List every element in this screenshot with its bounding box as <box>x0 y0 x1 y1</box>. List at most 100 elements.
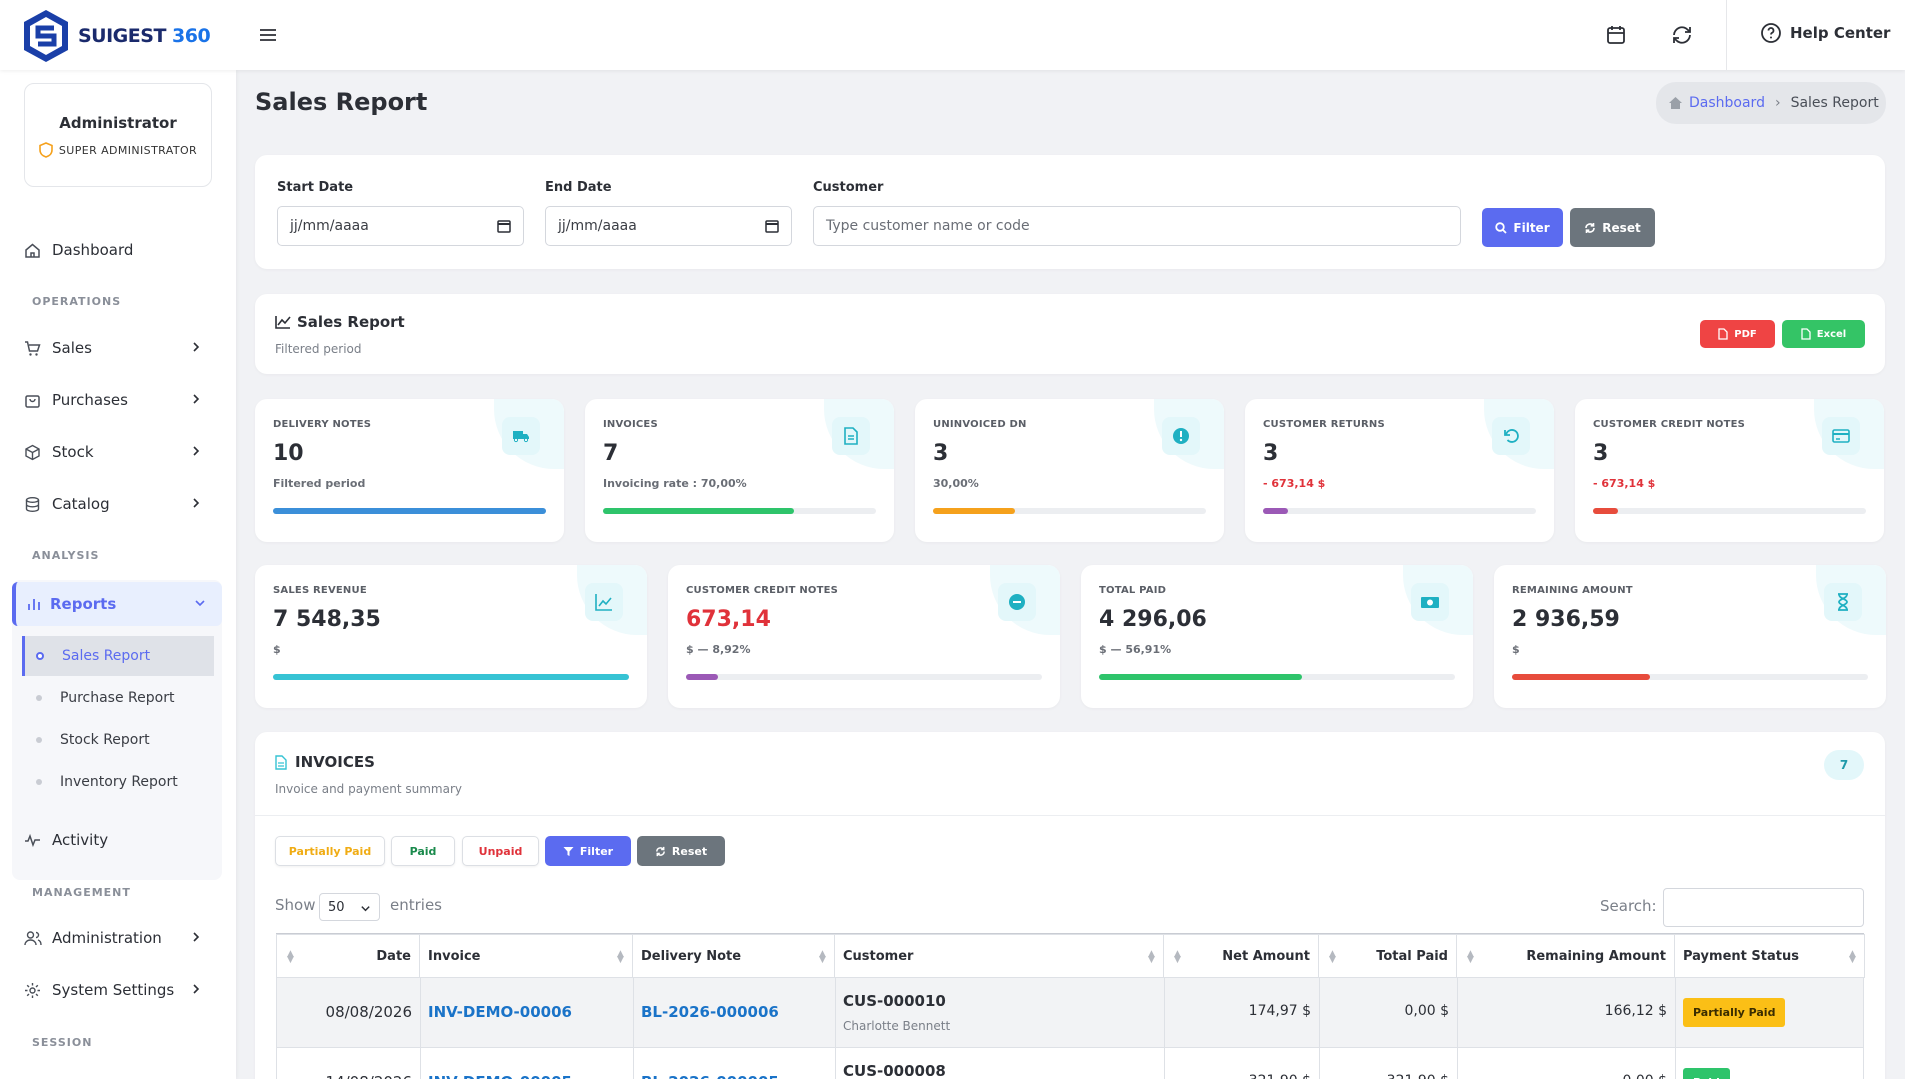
end-date-input[interactable]: jj/mm/aaaa <box>545 206 792 246</box>
sidebar-subitem-stock-report[interactable]: Stock Report <box>22 720 214 760</box>
sidebar-subitem-sales-report[interactable]: Sales Report <box>22 636 214 676</box>
column-divider <box>420 1048 421 1079</box>
column-header[interactable]: ▲ ▼ Customer <box>834 934 1164 978</box>
column-header[interactable]: ▲ ▼ Remaining Amount <box>1456 934 1675 978</box>
show-label: Show <box>275 896 316 914</box>
filter-button[interactable]: Filter <box>1482 208 1563 247</box>
sidebar-item-stock[interactable]: Stock <box>24 438 212 466</box>
column-header[interactable]: ▲ ▼ Invoice <box>419 934 633 978</box>
logo[interactable]: SUIGEST 360 <box>20 8 211 64</box>
excel-button[interactable]: Excel <box>1782 320 1865 348</box>
user-name: Administrator <box>59 114 177 132</box>
subitem-label: Inventory Report <box>60 774 178 790</box>
invoices-reset-button[interactable]: Reset <box>637 836 725 866</box>
customer-placeholder: Type customer name or code <box>826 218 1030 234</box>
start-date-input[interactable]: jj/mm/aaaa <box>277 206 524 246</box>
calendar-icon[interactable] <box>1601 20 1631 50</box>
column-divider <box>1675 978 1676 1048</box>
pdf-button[interactable]: PDF <box>1700 320 1775 348</box>
sort-icon: ▲ ▼ <box>1174 949 1181 965</box>
stat-card: TOTAL PAID 4 296,06 $ — 56,91% <box>1081 565 1473 708</box>
invoices-title: INVOICES <box>275 753 375 771</box>
customer-input[interactable]: Type customer name or code <box>813 206 1461 246</box>
progress-track <box>273 674 629 680</box>
help-center-link[interactable]: Help Center <box>1760 22 1890 44</box>
sidebar-item-purchases[interactable]: Purchases <box>24 386 212 414</box>
cell-net-amount: 321,90 $ <box>1172 1073 1311 1079</box>
filter-pill-paid[interactable]: Paid <box>391 836 455 866</box>
status-badge: Partially Paid <box>1683 998 1786 1027</box>
progress-track <box>1593 508 1866 514</box>
table-row[interactable]: 08/08/2026 INV-DEMO-00006 BL-2026-000006 CU… <box>276 978 1864 1048</box>
progress-fill <box>273 508 546 514</box>
sidebar-item-reports[interactable]: Reports <box>12 582 222 626</box>
user-role: SUPER ADMINISTRATOR <box>25 142 211 158</box>
chevron-right-icon <box>193 394 200 404</box>
bullet-icon <box>36 779 42 785</box>
sidebar-item-catalog[interactable]: Catalog <box>24 490 212 518</box>
filter-button-label: Filter <box>1513 220 1550 235</box>
sidebar-item-activity[interactable]: Activity <box>24 826 212 854</box>
sidebar-item-sales[interactable]: Sales <box>24 334 212 362</box>
invoice-link[interactable]: INV-DEMO-00005 <box>428 1073 612 1079</box>
table-row[interactable]: 14/08/2026 INV-DEMO-00005 BL-2026-000005 CU… <box>276 1048 1864 1079</box>
progress-track <box>686 674 1042 680</box>
cell-customer-code: CUS-000008 <box>843 1062 946 1079</box>
users-icon <box>24 930 44 947</box>
menu-icon[interactable] <box>257 24 279 46</box>
column-header-label: Delivery Note <box>641 948 742 964</box>
stat-value: 2 936,59 <box>1512 607 1620 632</box>
stat-label: TOTAL PAID <box>1099 585 1167 596</box>
page-length-select[interactable]: 50 <box>319 893 380 921</box>
reset-button[interactable]: Reset <box>1570 208 1655 247</box>
sidebar-subitem-inventory-report[interactable]: Inventory Report <box>22 762 214 802</box>
sidebar-item-dashboard[interactable]: Dashboard <box>24 236 212 264</box>
breadcrumb-home-link[interactable]: Dashboard <box>1689 95 1765 111</box>
refresh-icon <box>655 846 665 856</box>
cell-remaining-amount: 0,00 $ <box>1465 1073 1667 1079</box>
refresh-icon[interactable] <box>1667 20 1697 50</box>
logo-text: SUIGEST 360 <box>78 25 211 47</box>
stat-subtext: 30,00% <box>933 477 979 490</box>
cell-remaining-amount: 166,12 $ <box>1604 1003 1667 1019</box>
invoice-link[interactable]: INV-DEMO-00006 <box>428 1003 612 1021</box>
filter-pill-unpaid[interactable]: Unpaid <box>462 836 539 866</box>
sidebar-item-administration[interactable]: Administration <box>24 924 212 952</box>
report-subtitle: Filtered period <box>275 342 362 356</box>
column-header-label: Payment Status <box>1683 948 1799 964</box>
stat-value: 7 <box>603 441 619 466</box>
progress-fill <box>1512 674 1651 680</box>
column-header-label: Net Amount <box>1222 948 1310 964</box>
column-header[interactable]: ▲ ▼ Net Amount <box>1163 934 1319 978</box>
column-header[interactable]: ▲ ▼ Payment Status <box>1674 934 1865 978</box>
column-header-label: Invoice <box>428 948 481 964</box>
stat-subtext: $ <box>1512 643 1520 656</box>
column-header[interactable]: ▲ ▼ Total Paid <box>1318 934 1457 978</box>
progress-fill <box>1593 508 1618 514</box>
progress-track <box>1099 674 1455 680</box>
subitem-label: Purchase Report <box>60 690 175 706</box>
delivery-note-link[interactable]: BL-2026-000006 <box>641 1003 825 1021</box>
table-search-input[interactable] <box>1663 888 1864 927</box>
column-header-label: Remaining Amount <box>1526 948 1666 964</box>
sidebar-subitem-purchase-report[interactable]: Purchase Report <box>22 678 214 718</box>
sort-icon: ▲ ▼ <box>819 949 826 965</box>
stat-card: DELIVERY NOTES 10 Filtered period <box>255 399 564 542</box>
cell-date: 08/08/2026 <box>325 1003 412 1021</box>
sidebar-item-system-settings[interactable]: System Settings <box>24 976 212 1004</box>
sidebar-item-label: Administration <box>52 929 162 947</box>
progress-fill <box>686 674 718 680</box>
filter-pill-partially-paid[interactable]: Partially Paid <box>275 836 385 866</box>
column-header[interactable]: ▲ ▼ Delivery Note <box>632 934 835 978</box>
cell-customer-code: CUS-000010 <box>843 992 946 1010</box>
delivery-note-link[interactable]: BL-2026-000005 <box>641 1073 825 1079</box>
invoices-filter-button[interactable]: Filter <box>545 836 631 866</box>
refresh-icon <box>1585 222 1596 233</box>
column-header[interactable]: ▲ ▼ Date <box>276 934 420 978</box>
cell-net-amount: 174,97 $ <box>1248 1003 1311 1019</box>
chart-line-icon <box>275 316 291 329</box>
stat-value: 3 <box>933 441 949 466</box>
database-icon <box>24 496 44 513</box>
user-card: Administrator SUPER ADMINISTRATOR <box>24 83 212 187</box>
sort-icon: ▲ ▼ <box>1849 949 1856 965</box>
